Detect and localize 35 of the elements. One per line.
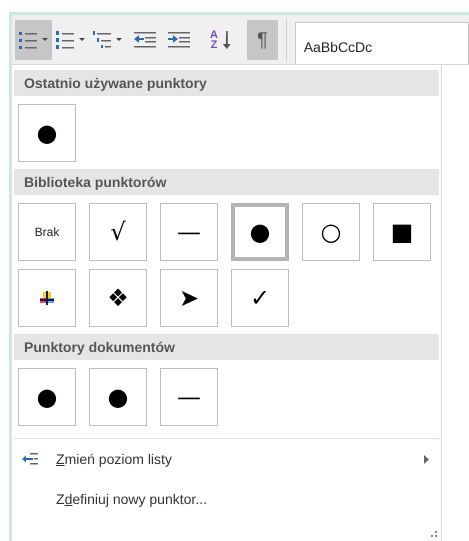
- section-header: Biblioteka punktorów: [14, 169, 439, 195]
- resize-grip-icon: [431, 531, 437, 537]
- bullet-tile[interactable]: ✓: [231, 269, 289, 327]
- pilcrow-button[interactable]: ¶: [246, 20, 278, 60]
- bullet-tile[interactable]: ■: [373, 203, 431, 261]
- colored-cross-icon: [39, 290, 55, 306]
- bullet-tile[interactable]: ●: [18, 368, 76, 426]
- bullets-button[interactable]: [15, 20, 52, 60]
- sort-letter: A: [210, 30, 218, 40]
- multilevel-list-icon: [93, 30, 111, 48]
- numbered-list-icon: [56, 30, 74, 48]
- bullet-tile[interactable]: ●: [89, 368, 147, 426]
- bullet-tile[interactable]: ➤: [160, 269, 218, 327]
- indent-icon: [168, 30, 190, 48]
- bullet-tile[interactable]: [18, 269, 76, 327]
- sort-letter: Z: [210, 40, 218, 50]
- bullet-tile[interactable]: √: [89, 203, 147, 261]
- bullet-tile[interactable]: ●: [231, 203, 289, 261]
- bullet-tile[interactable]: ○: [302, 203, 360, 261]
- outdent-icon: [134, 30, 156, 48]
- bullet-tile[interactable]: —: [160, 203, 218, 261]
- section-header: Punktory dokumentów: [14, 334, 439, 360]
- style-gallery[interactable]: AaBbCcDc: [294, 22, 469, 64]
- bulleted-list-icon: [19, 30, 37, 48]
- menu-item[interactable]: Zmień poziom listy: [12, 439, 441, 479]
- indent-level-icon: [22, 453, 38, 465]
- bullet-tile[interactable]: Brak: [18, 203, 76, 261]
- down-arrow-icon: [222, 30, 231, 48]
- bullet-tile[interactable]: ●: [18, 104, 76, 162]
- bullet-tile[interactable]: ❖: [89, 269, 147, 327]
- style-preview[interactable]: AaBbCcDc: [304, 37, 372, 58]
- section-header: Ostatnio używane punktory: [14, 70, 439, 96]
- bullet-tile[interactable]: —: [160, 368, 218, 426]
- sort-button[interactable]: A Z: [206, 20, 235, 60]
- menu-item[interactable]: Zdefiniuj nowy punktor...: [12, 479, 441, 519]
